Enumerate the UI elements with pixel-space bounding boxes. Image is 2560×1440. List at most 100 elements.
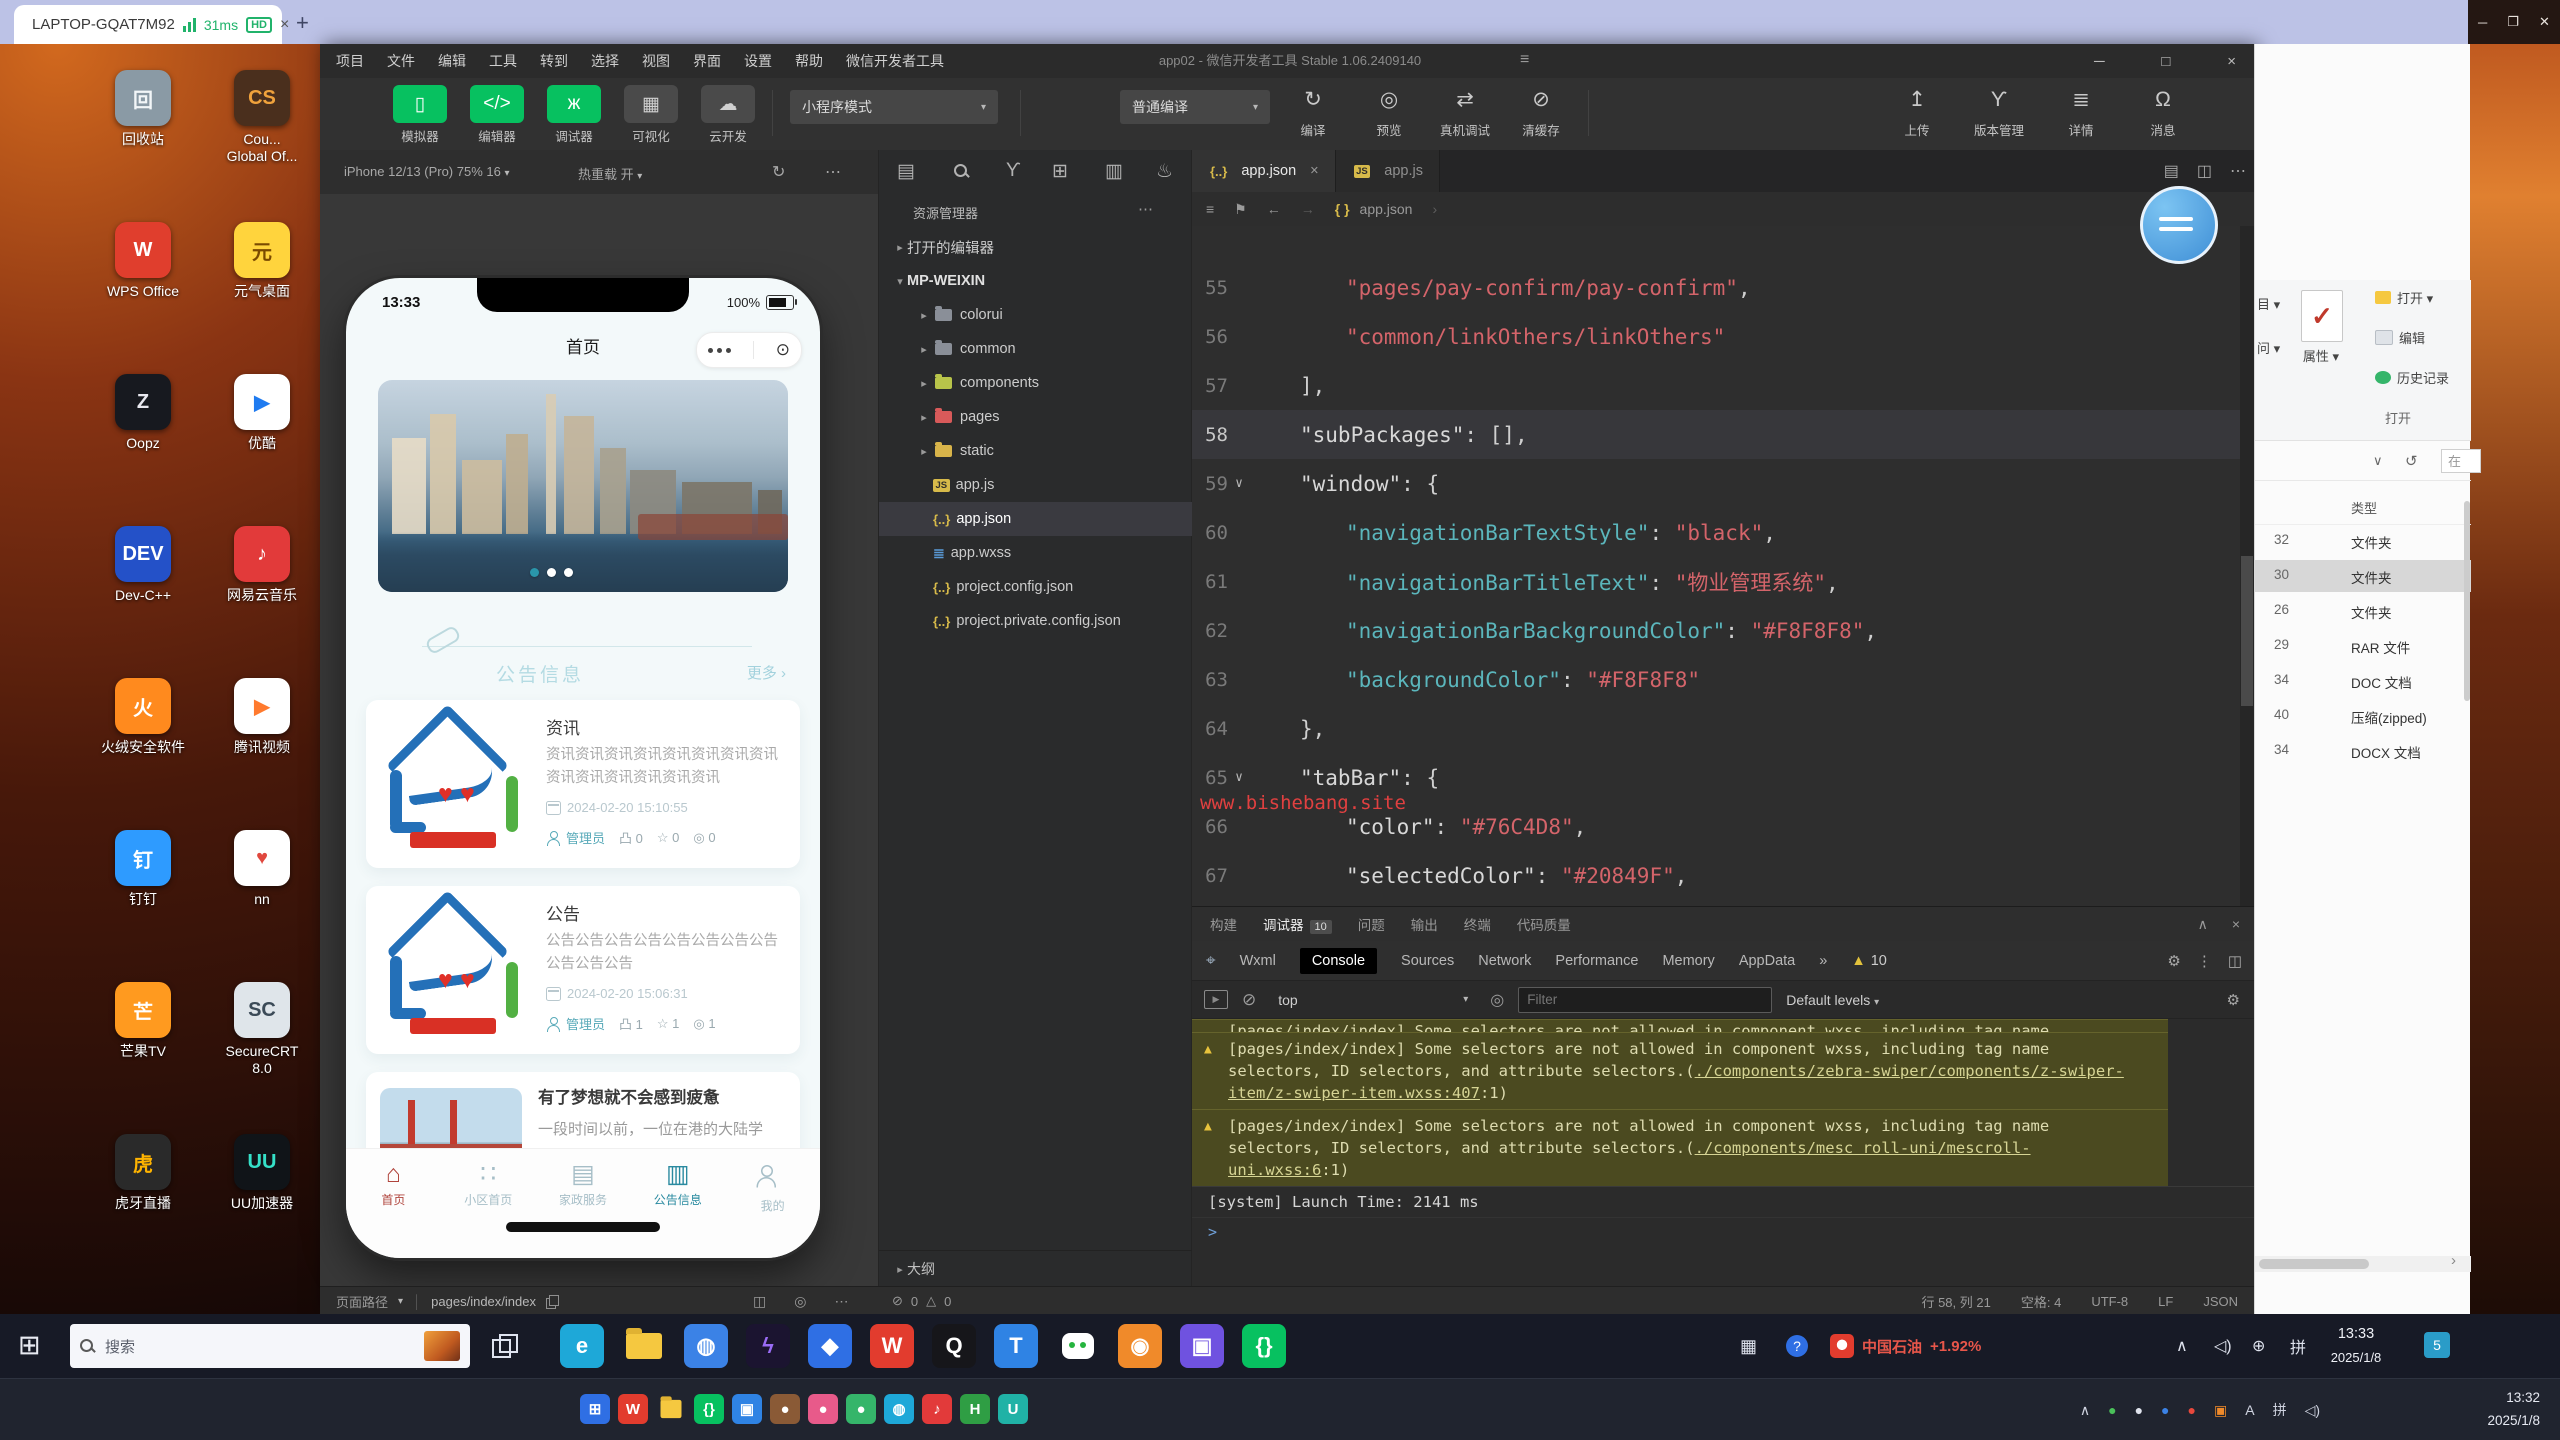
panel-tab-输出[interactable]: 输出 [1411, 914, 1438, 934]
section-more-link[interactable]: 更多 › [747, 662, 786, 683]
menu-item[interactable]: 设置 [744, 51, 772, 71]
carousel-dot[interactable] [547, 568, 556, 577]
toolbar-预览[interactable]: ◎预览 [1354, 83, 1424, 139]
close-tab-icon[interactable]: × [280, 16, 289, 34]
host-tray-icon[interactable]: 拼 [2273, 1400, 2287, 1420]
menu-item[interactable]: 编辑 [438, 51, 466, 71]
panel-tab-构建[interactable]: 构建 [1210, 914, 1237, 934]
taskbar-clock[interactable]: 13:332025/1/8 [2306, 1322, 2406, 1370]
hamburger-icon[interactable]: ≡ [1520, 51, 1529, 69]
taskbar-app-icon[interactable] [1056, 1324, 1100, 1368]
bookmark-icon[interactable]: ⚑ [1234, 201, 1247, 218]
indent-setting[interactable]: 空格: 4 [2021, 1292, 2061, 1311]
outline-icon[interactable]: ≡ [1206, 201, 1214, 217]
tree-item-app.wxss[interactable]: ≣app.wxss [879, 536, 1193, 570]
tray-icon[interactable]: ∧ [2176, 1314, 2188, 1378]
menu-item[interactable]: 帮助 [795, 51, 823, 71]
host-app-icon[interactable]: ⊞ [580, 1394, 610, 1424]
toolbar-可视化[interactable]: ▦可视化 [616, 85, 686, 145]
filter-input[interactable] [1518, 987, 1772, 1013]
desktop-icon[interactable]: 虎虎牙直播 [83, 1134, 203, 1212]
tree-item-colorui[interactable]: ▸colorui [879, 298, 1193, 332]
devtool-tab-Performance[interactable]: Performance [1555, 953, 1638, 969]
taskbar-app-icon[interactable]: T [994, 1324, 1038, 1368]
host-app-icon[interactable]: ● [770, 1394, 800, 1424]
host-app-icon[interactable]: ● [808, 1394, 838, 1424]
nine-grid-icon[interactable]: ▦ [1740, 1314, 1757, 1378]
tree-item-common[interactable]: ▸common [879, 332, 1193, 366]
devtools-window-control[interactable]: ─ [2094, 53, 2105, 70]
code-line[interactable]: 64}, [1192, 704, 2240, 753]
code-line[interactable]: 55"pages/pay-confirm/pay-confirm", [1192, 263, 2240, 312]
page-path-value[interactable]: pages/index/index [431, 1294, 536, 1309]
preview-eye-icon[interactable]: ◎ [794, 1293, 806, 1310]
panel-tab-终端[interactable]: 终端 [1464, 914, 1491, 934]
code-line[interactable]: 59∨"window": { [1192, 459, 2240, 508]
toolbar-版本管理[interactable]: Ƴ版本管理 [1964, 83, 2034, 139]
simulator-more-icon[interactable]: ⋯ [825, 162, 841, 182]
toolbar-调试器[interactable]: ж调试器 [539, 85, 609, 145]
code-line[interactable]: 61"navigationBarTitleText": "物业管理系统", [1192, 557, 2240, 606]
menu-item[interactable]: 视图 [642, 51, 670, 71]
tree-item-project.config.json[interactable]: {..}project.config.json [879, 570, 1193, 604]
menu-item[interactable]: 界面 [693, 51, 721, 71]
toolbar-详情[interactable]: ≣详情 [2046, 83, 2116, 139]
desktop-icon[interactable]: ♥nn [202, 830, 322, 908]
menu-item[interactable]: 转到 [540, 51, 568, 71]
tray-icon[interactable]: ◁) [2214, 1314, 2232, 1378]
more-icon[interactable] [708, 348, 731, 353]
inspect-element-icon[interactable]: ⌖ [1206, 951, 1216, 971]
exit-target-icon[interactable]: ⊙ [776, 340, 790, 360]
host-window-controls[interactable]: ─❐✕ [2468, 0, 2560, 44]
taskbar-app-icon[interactable]: ▣ [1180, 1324, 1224, 1368]
tree-item-static[interactable]: ▸static [879, 434, 1193, 468]
help-icon[interactable]: ? [1786, 1314, 1808, 1378]
desktop-icon[interactable]: 钉钉钉 [83, 830, 203, 908]
desktop-icon[interactable]: ♪网易云音乐 [202, 526, 322, 604]
console-warning[interactable]: ▲[pages/index/index] Some selectors are … [1192, 1032, 2168, 1109]
tree-item[interactable]: ▸打开的编辑器 [879, 230, 1193, 264]
simulator-refresh-icon[interactable]: ↻ [772, 162, 785, 182]
desktop-icon[interactable]: 火火绒安全软件 [83, 678, 203, 756]
explorer-more-icon[interactable]: ⋯ [1138, 200, 1153, 218]
tree-item-app.json[interactable]: {..}app.json [879, 502, 1193, 536]
host-app-icon[interactable]: W [618, 1394, 648, 1424]
close-tab-icon[interactable]: × [1310, 163, 1318, 179]
desktop-icon[interactable]: SCSecureCRT8.0 [202, 982, 322, 1077]
taskbar-app-icon[interactable]: Q [932, 1324, 976, 1368]
devtool-tab-AppData[interactable]: AppData [1739, 953, 1795, 969]
editor-scrollbar[interactable] [2240, 226, 2254, 906]
clear-console-icon[interactable]: ⊘ [1242, 990, 1256, 1010]
dock-side-icon[interactable]: ◫ [2228, 952, 2242, 970]
host-tray-icon[interactable]: ● [2188, 1402, 2196, 1418]
properties-label[interactable]: 属性 ▾ [2295, 346, 2347, 365]
panel-tab-调试器[interactable]: 调试器10 [1263, 914, 1332, 934]
host-window-control[interactable]: ✕ [2539, 14, 2550, 30]
copy-icon[interactable] [546, 1295, 558, 1308]
devtools-window-controls[interactable]: ─□× [2080, 44, 2250, 78]
desktop-icon[interactable]: ZOopz [83, 374, 203, 452]
npm-icon[interactable]: ▥ [1105, 160, 1123, 183]
remote-session-tab[interactable]: LAPTOP-GQAT7M92 31ms HD × [14, 5, 282, 44]
host-tray-icon[interactable]: ● [2108, 1402, 2116, 1418]
breadcrumb-file[interactable]: app.json [1360, 201, 1413, 217]
toolbar-上传[interactable]: ↥上传 [1882, 83, 1952, 139]
tree-item-components[interactable]: ▸components [879, 366, 1193, 400]
search-highlight-image[interactable] [424, 1331, 460, 1361]
banner-carousel[interactable] [378, 380, 788, 592]
notice-card[interactable]: ♥♥资讯资讯资讯资讯资讯资讯资讯资讯资讯资讯资讯资讯资讯资讯资讯2024-02-… [366, 700, 800, 868]
desktop-icon[interactable]: 回回收站 [83, 70, 203, 148]
taskbar-app-icon[interactable]: ◉ [1118, 1324, 1162, 1368]
mode-select[interactable]: 小程序模式▾ [790, 90, 998, 124]
run-icon[interactable]: ▶ [1204, 990, 1228, 1009]
toolbar-模拟器[interactable]: ▯模拟器 [385, 85, 455, 145]
code-line[interactable]: 63"backgroundColor": "#F8F8F8" [1192, 655, 2240, 704]
context-select[interactable]: top▾ [1270, 987, 1476, 1013]
code-line[interactable]: 62"navigationBarBackgroundColor": "#F8F8… [1192, 606, 2240, 655]
host-window-control[interactable]: ─ [2478, 15, 2487, 30]
history-button[interactable]: 历史记录 [2375, 368, 2467, 387]
eye-icon[interactable]: ◎ [1490, 990, 1504, 1010]
code-line[interactable]: 56"common/linkOthers/linkOthers" [1192, 312, 2240, 361]
tea-icon[interactable]: ♨ [1156, 160, 1173, 183]
address-dropdown-icon[interactable]: ∨ [2373, 453, 2383, 469]
